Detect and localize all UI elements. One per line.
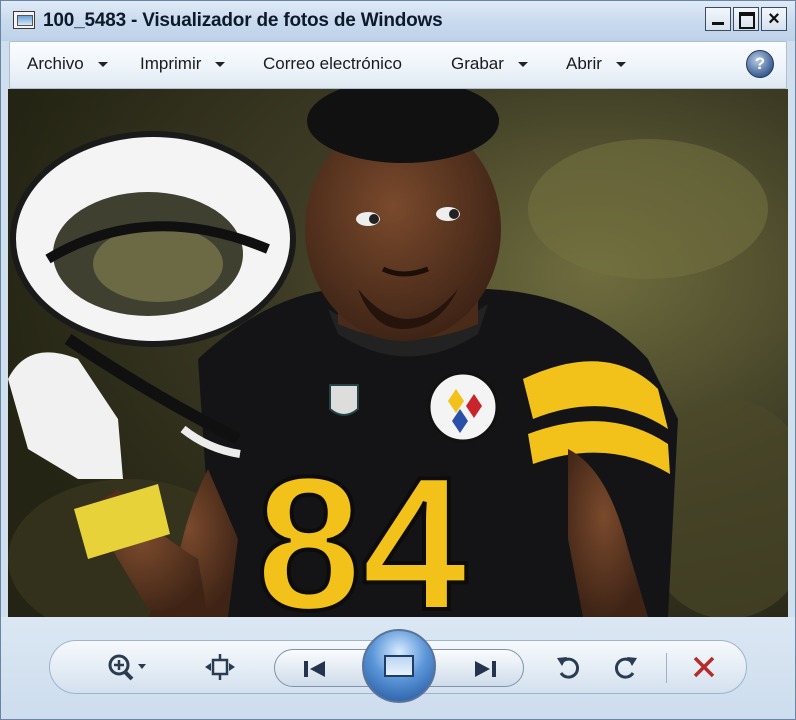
next-button[interactable] [465,643,505,695]
jersey-number: 84 [256,438,467,617]
photo-content: 84 [8,89,788,617]
rotate-ccw-icon [557,657,579,679]
help-icon: ? [754,54,766,73]
toolbar-divider [666,653,667,683]
slideshow-icon [384,655,414,677]
menu-archivo-label: Archivo [27,54,84,73]
menu-grabar[interactable]: Grabar [451,54,528,74]
menu-imprimir-label: Imprimir [140,54,202,73]
menu-correo-label: Correo electrónico [263,54,402,73]
bottom-toolbar [1,617,795,719]
delete-button[interactable] [686,641,722,693]
photo-display[interactable]: 84 [8,89,788,617]
slideshow-button[interactable] [362,629,436,703]
previous-icon [304,661,325,677]
photo-viewer-window: 100_5483 - Visualizador de fotos de Wind… [0,0,796,720]
title-bar[interactable]: 100_5483 - Visualizador de fotos de Wind… [1,1,795,41]
menu-archivo[interactable]: Archivo [27,54,108,74]
menu-bar: Archivo Imprimir Correo electrónico Grab… [9,41,787,89]
chevron-down-icon [615,62,626,68]
rotate-right-button[interactable] [608,641,644,693]
zoom-icon [108,654,146,681]
previous-button[interactable] [295,643,335,695]
controls-bar [49,629,747,703]
window-title: 100_5483 - Visualizador de fotos de Wind… [43,10,443,31]
fit-window-icon [205,654,235,680]
menu-imprimir[interactable]: Imprimir [140,54,226,74]
photo-viewer-app-icon[interactable] [13,11,35,29]
chevron-down-icon [215,62,226,68]
menu-correo-electronico[interactable]: Correo electrónico [263,54,402,74]
help-button[interactable]: ? [746,50,774,78]
close-icon: × [768,8,780,30]
zoom-button[interactable] [102,641,152,693]
delete-icon [693,656,715,678]
minimize-button[interactable] [705,7,731,31]
next-icon [475,661,496,677]
rotate-cw-icon [615,657,637,679]
rotate-left-button[interactable] [550,641,586,693]
chevron-down-icon [517,62,528,68]
menu-abrir-label: Abrir [566,54,602,73]
close-button[interactable]: × [761,7,787,31]
actual-size-button[interactable] [200,641,240,693]
menu-abrir[interactable]: Abrir [566,54,626,74]
window-controls: × [705,7,787,31]
menu-grabar-label: Grabar [451,54,504,73]
maximize-button[interactable] [733,7,759,31]
chevron-down-icon [97,62,108,68]
